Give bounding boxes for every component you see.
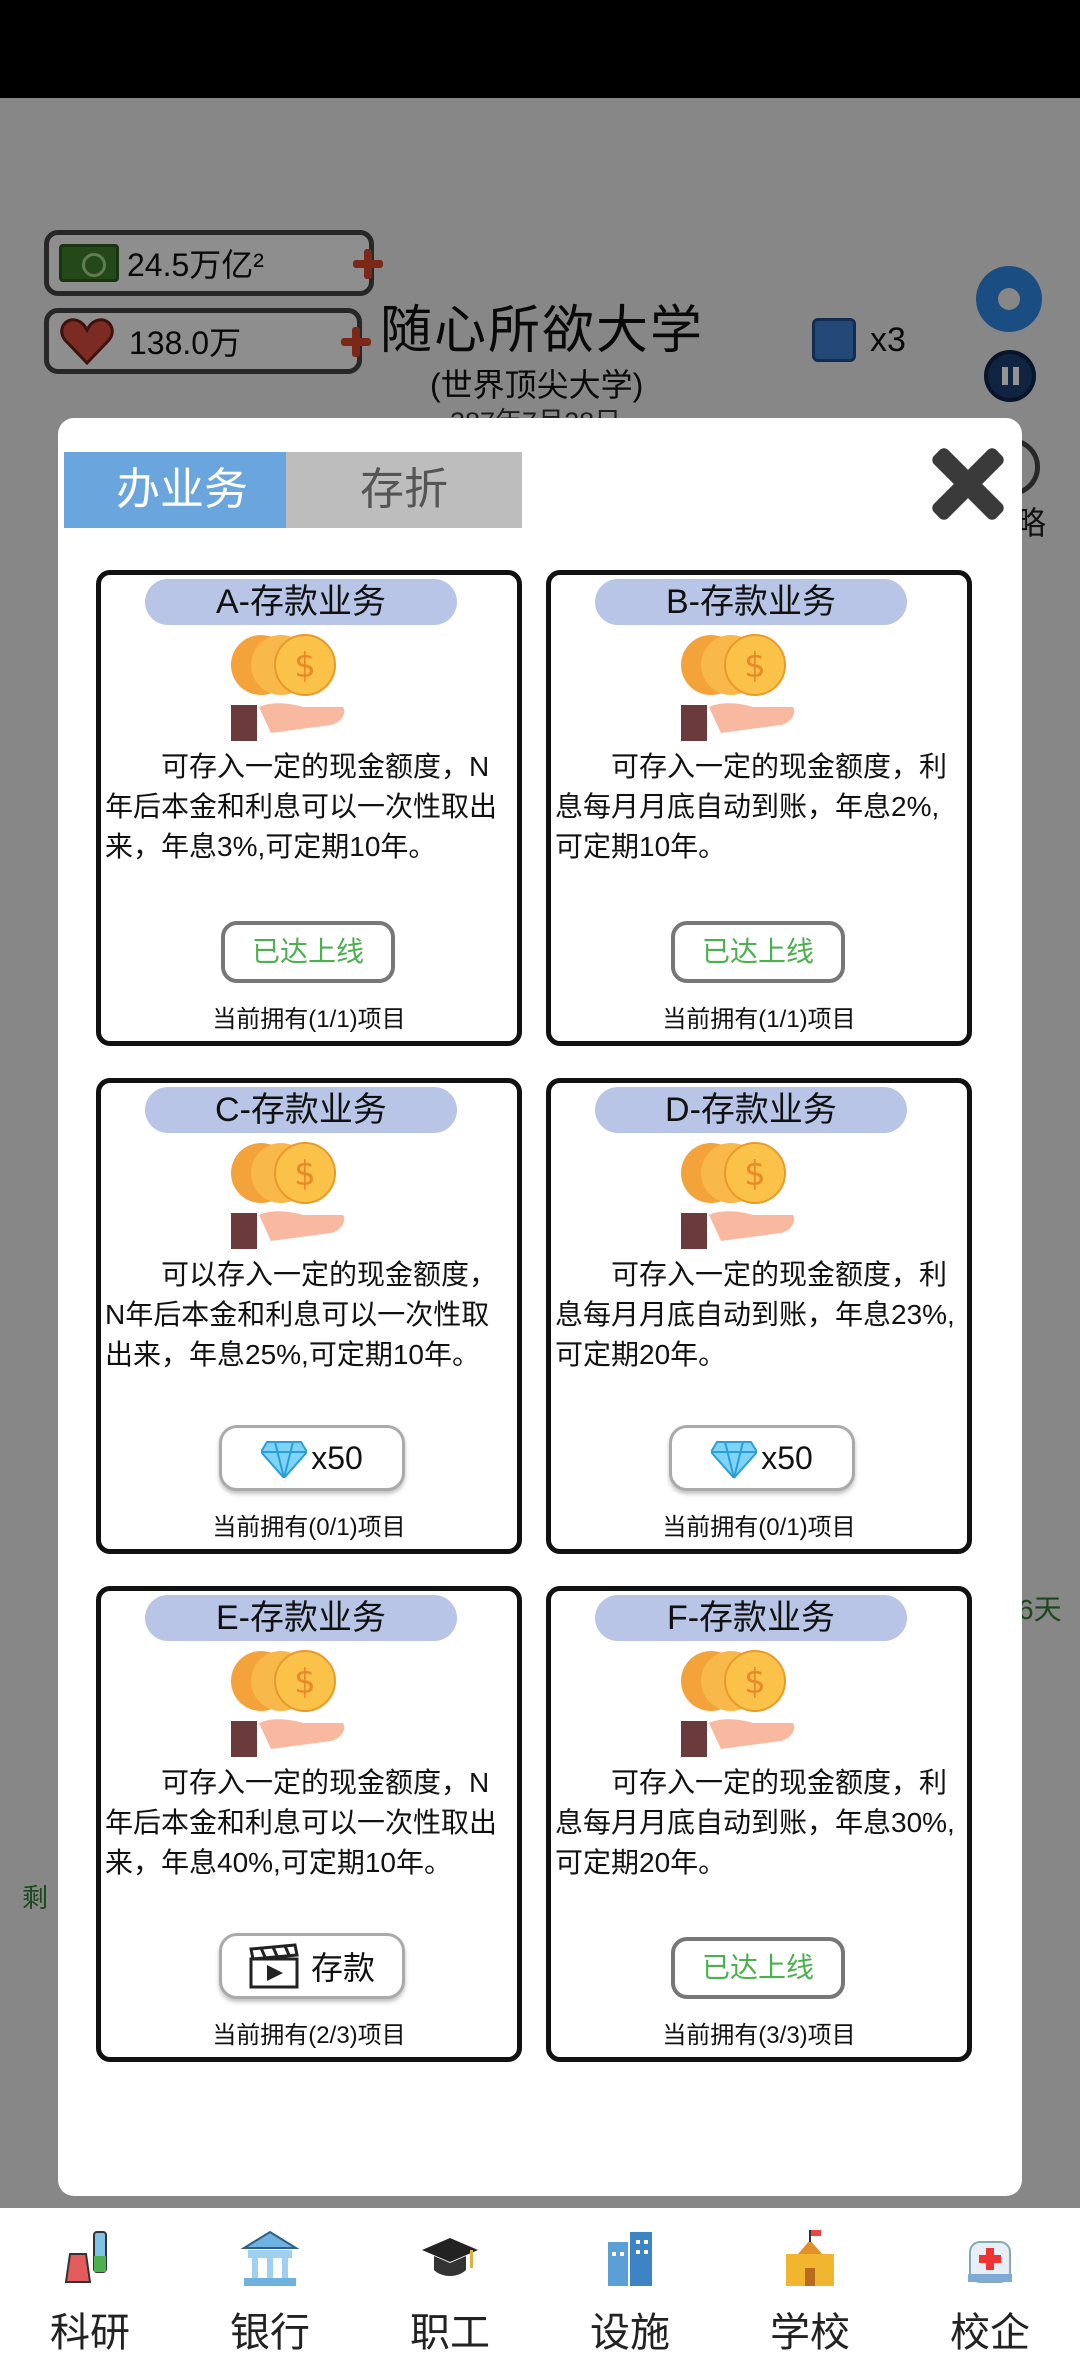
svg-text:$: $ — [744, 1662, 766, 1702]
tab-business[interactable]: 办业务 — [64, 452, 300, 528]
card-description: 可以存入一定的现金额度，N年后本金和利息可以一次性取出来，年息25%,可定期10… — [105, 1259, 498, 1370]
card-title: F-存款业务 — [595, 1595, 907, 1641]
svg-text:$: $ — [744, 646, 766, 686]
school-icon — [786, 2230, 834, 2286]
nav-item-enterprise[interactable]: 校企 — [900, 2208, 1080, 2376]
owned-count: 当前拥有(0/1)项目 — [212, 1514, 406, 1541]
svg-text:$: $ — [294, 1662, 316, 1702]
owned-count: 当前拥有(1/1)项目 — [662, 1006, 856, 1033]
tab-passbook[interactable]: 存折 — [286, 452, 522, 528]
owned-count: 当前拥有(0/1)项目 — [662, 1514, 856, 1541]
diamond-icon — [261, 1441, 308, 1478]
deposit-card: D-存款业务 $ 可存入一定的现金额度，利息每月月底自动到账，年息23%,可定期2… — [546, 1078, 972, 1554]
building-icon — [608, 2232, 652, 2286]
diamond-icon — [711, 1441, 758, 1478]
nav-label-school: 学校 — [770, 2311, 850, 2355]
nav-label-facilities: 设施 — [590, 2311, 670, 2355]
bank-dialog: 办业务 存折 A-存款业务 $ 可存入一定的现金额度，N年后本金和利息可以一次性取… — [58, 418, 1022, 2196]
status-bar — [0, 0, 1080, 98]
nav-label-staff: 职工 — [410, 2311, 490, 2355]
card-description: 可存入一定的现金额度，利息每月月底自动到账，年息30%,可定期20年。 — [555, 1767, 955, 1878]
limit-reached-button[interactable]: 已达上线 — [671, 921, 845, 983]
coins-in-hand-icon: $ — [681, 1649, 797, 1759]
owned-count: 当前拥有(2/3)项目 — [212, 2022, 406, 2049]
owned-count: 当前拥有(1/1)项目 — [212, 1006, 406, 1033]
hospital-icon — [968, 2241, 1012, 2283]
card-title: B-存款业务 — [595, 579, 907, 625]
coins-in-hand-icon: $ — [231, 1141, 347, 1251]
graduation-cap-icon — [422, 2238, 478, 2276]
nav-item-research[interactable]: 科研 — [0, 2208, 180, 2376]
flask-icon — [64, 2231, 107, 2283]
deposit-card: E-存款业务 $ 可存入一定的现金额度，N年后本金和利息可以一次性取出来，年息40… — [96, 1586, 522, 2062]
close-icon[interactable] — [928, 446, 1004, 522]
card-title: A-存款业务 — [145, 579, 457, 625]
deposit-button[interactable]: 存款 — [219, 1933, 405, 1999]
nav-label-bank: 银行 — [230, 2311, 310, 2355]
card-description: 可存入一定的现金额度，利息每月月底自动到账，年息2%,可定期10年。 — [555, 751, 948, 862]
svg-text:$: $ — [744, 1154, 766, 1194]
bank-icon — [240, 2230, 300, 2286]
card-description: 可存入一定的现金额度，N年后本金和利息可以一次性取出来，年息40%,可定期10年… — [105, 1767, 498, 1878]
bottom-nav: 科研 银行 职工 设施 学校 校企 — [0, 2208, 1080, 2376]
deposit-card: C-存款业务 $ 可以存入一定的现金额度，N年后本金和利息可以一次性取出来，年息2… — [96, 1078, 522, 1554]
card-description: 可存入一定的现金额度，N年后本金和利息可以一次性取出来，年息3%,可定期10年。 — [105, 751, 498, 862]
video-clapper-icon — [249, 1943, 299, 1989]
coins-in-hand-icon: $ — [231, 1649, 347, 1759]
nav-item-bank[interactable]: 银行 — [180, 2208, 360, 2376]
owned-count: 当前拥有(3/3)项目 — [662, 2022, 856, 2049]
svg-text:$: $ — [294, 646, 316, 686]
deposit-label: 存款 — [310, 1950, 375, 1986]
nav-item-facilities[interactable]: 设施 — [540, 2208, 720, 2376]
nav-label-research: 科研 — [50, 2311, 130, 2355]
svg-text:$: $ — [294, 1154, 316, 1194]
limit-reached-button[interactable]: 已达上线 — [221, 921, 395, 983]
card-title: E-存款业务 — [145, 1595, 457, 1641]
coins-in-hand-icon: $ — [231, 633, 347, 743]
gem-cost: x50 — [761, 1439, 813, 1476]
coins-in-hand-icon: $ — [681, 1141, 797, 1251]
buy-with-gems-button[interactable]: x50 — [219, 1425, 405, 1491]
deposit-card: B-存款业务 $ 可存入一定的现金额度，利息每月月底自动到账，年息2%,可定期10… — [546, 570, 972, 1046]
card-title: D-存款业务 — [595, 1087, 907, 1133]
deposit-card: F-存款业务 $ 可存入一定的现金额度，利息每月月底自动到账，年息30%,可定期2… — [546, 1586, 972, 2062]
nav-item-school[interactable]: 学校 — [720, 2208, 900, 2376]
nav-label-enterprise: 校企 — [950, 2311, 1030, 2355]
card-title: C-存款业务 — [145, 1087, 457, 1133]
card-description: 可存入一定的现金额度，利息每月月底自动到账，年息23%,可定期20年。 — [555, 1259, 955, 1370]
coins-in-hand-icon: $ — [681, 633, 797, 743]
nav-item-staff[interactable]: 职工 — [360, 2208, 540, 2376]
limit-reached-button[interactable]: 已达上线 — [671, 1937, 845, 1999]
buy-with-gems-button[interactable]: x50 — [669, 1425, 855, 1491]
deposit-card: A-存款业务 $ 可存入一定的现金额度，N年后本金和利息可以一次性取出来，年息3%… — [96, 570, 522, 1046]
gem-cost: x50 — [311, 1439, 363, 1476]
